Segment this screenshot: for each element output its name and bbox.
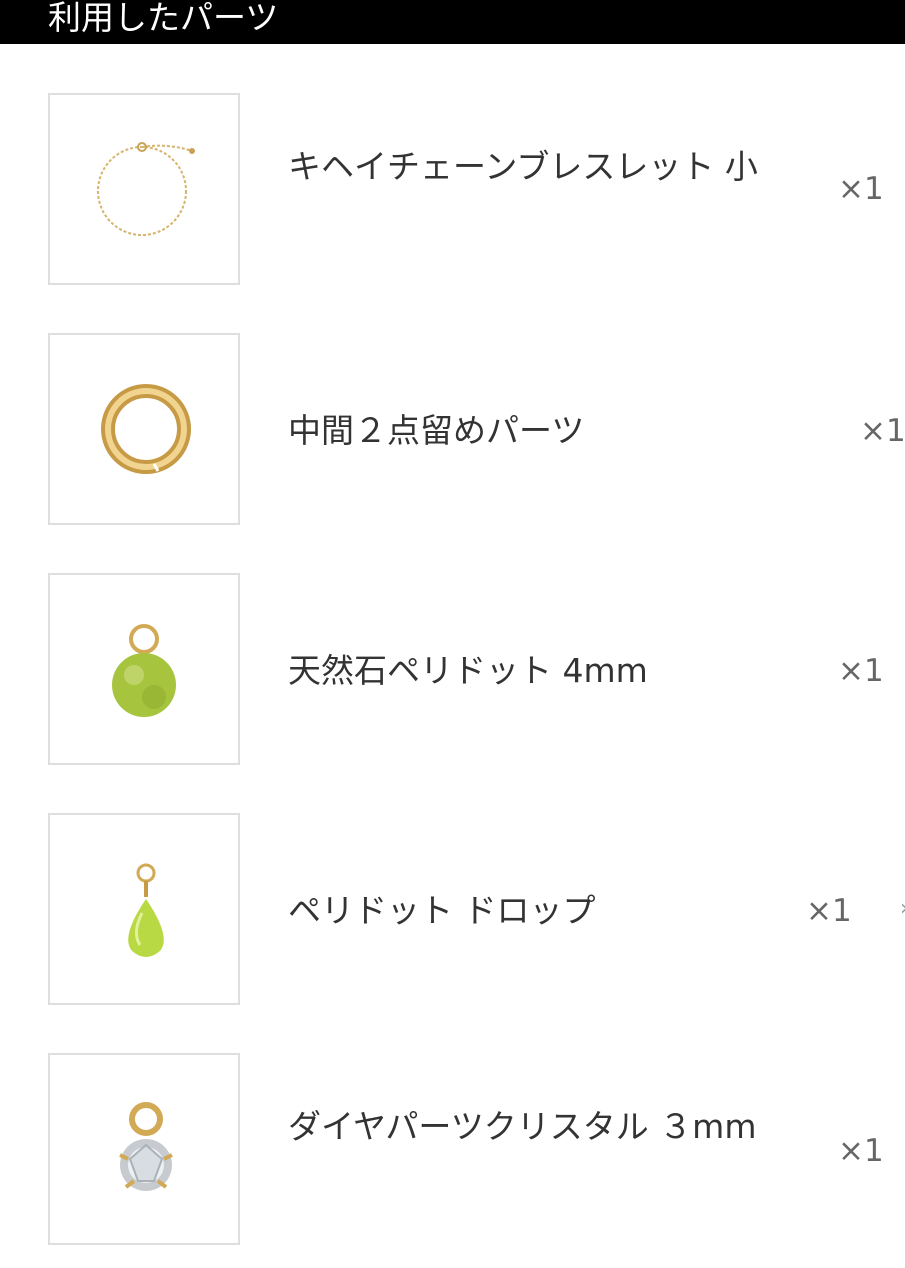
part-name[interactable]: キヘイチェーンブレスレット 小 xyxy=(288,145,778,189)
peridot-drop-icon xyxy=(128,863,164,957)
section-header: 利用したパーツ xyxy=(0,0,905,44)
part-quantity: ×1 xyxy=(838,171,884,207)
section-title: 利用したパーツ xyxy=(48,0,279,37)
part-name[interactable]: 中間２点留めパーツ xyxy=(288,409,778,453)
part-thumbnail[interactable] xyxy=(48,573,240,765)
part-item[interactable]: 天然石ペリドット 4mm ×1 xyxy=(0,573,905,765)
crystal-charm-icon xyxy=(119,1102,173,1191)
peridot-bead-icon xyxy=(112,624,176,717)
part-quantity: ×1 xyxy=(860,413,905,449)
part-item[interactable]: ペリドット ドロップ ×1 xyxy=(0,813,905,1005)
part-thumbnail[interactable] xyxy=(48,93,240,285)
part-name[interactable]: ペリドット ドロップ xyxy=(288,889,778,933)
part-quantity: ×1 xyxy=(838,1133,884,1169)
part-item[interactable]: 中間２点留めパーツ ×1 xyxy=(0,333,905,525)
part-item[interactable]: ダイヤパーツクリスタル ３mm ×1 xyxy=(0,1053,905,1245)
gold-ring-icon xyxy=(101,384,191,474)
part-quantity: ×1 xyxy=(806,893,852,929)
part-thumbnail[interactable] xyxy=(48,813,240,1005)
part-name[interactable]: 天然石ペリドット 4mm xyxy=(288,649,778,693)
clipped-indicator: › xyxy=(900,896,905,922)
part-thumbnail[interactable] xyxy=(48,333,240,525)
part-thumbnail[interactable] xyxy=(48,1053,240,1245)
part-quantity: ×1 xyxy=(838,653,884,689)
part-item[interactable]: キヘイチェーンブレスレット 小 ×1 xyxy=(0,93,905,285)
chain-bracelet-icon xyxy=(97,142,195,236)
part-name[interactable]: ダイヤパーツクリスタル ３mm xyxy=(288,1105,778,1149)
